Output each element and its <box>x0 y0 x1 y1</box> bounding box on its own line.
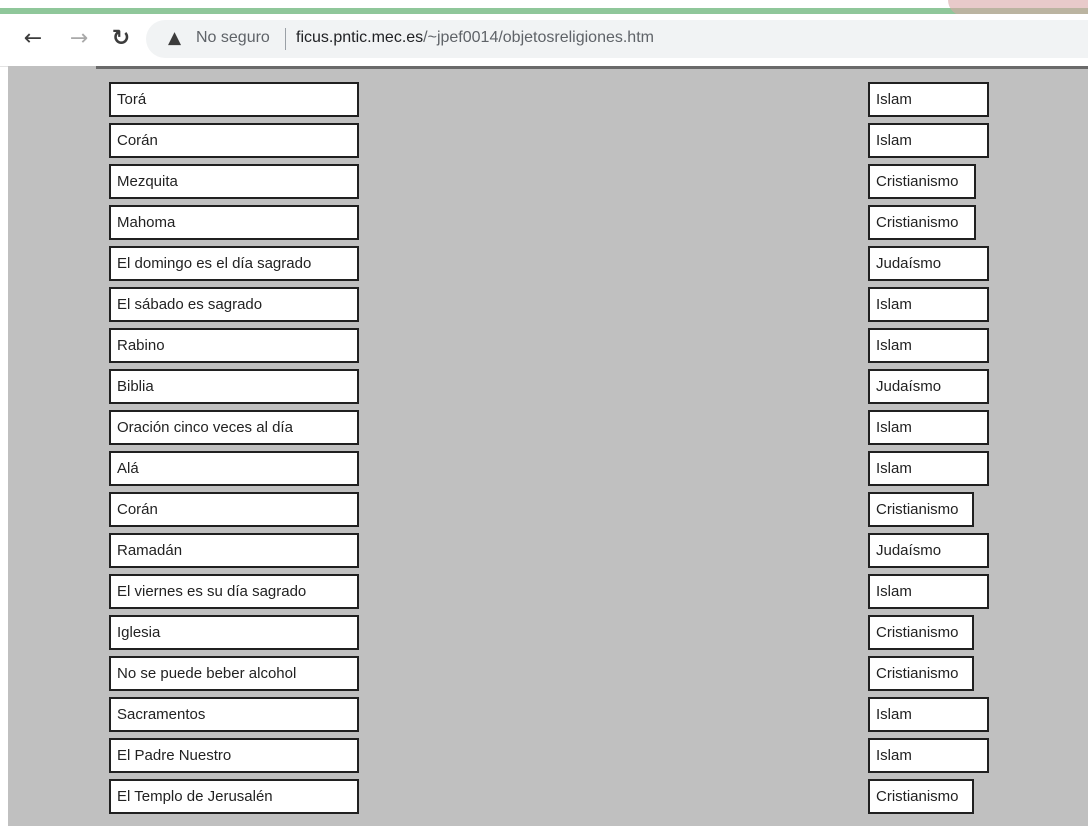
item-box[interactable]: Mezquita <box>109 164 359 199</box>
top-divider <box>96 66 1088 69</box>
item-box[interactable]: Rabino <box>109 328 359 363</box>
item-box[interactable]: El viernes es su día sagrado <box>109 574 359 609</box>
item-box[interactable]: Alá <box>109 451 359 486</box>
religion-select[interactable]: Islam <box>868 410 989 445</box>
religion-select[interactable]: Islam <box>868 328 989 363</box>
warning-triangle-icon[interactable]: ▲ <box>168 28 188 48</box>
item-box[interactable]: No se puede beber alcohol <box>109 656 359 691</box>
religion-select[interactable]: Islam <box>868 82 989 117</box>
reload-icon[interactable]: ↻ <box>108 26 134 52</box>
religion-select[interactable]: Cristianismo <box>868 492 974 527</box>
item-box[interactable]: Biblia <box>109 369 359 404</box>
religion-select[interactable]: Cristianismo <box>868 205 976 240</box>
religion-select[interactable]: Judaísmo <box>868 246 989 281</box>
item-box[interactable]: Oración cinco veces al día <box>109 410 359 445</box>
item-box[interactable]: Corán <box>109 123 359 158</box>
religion-select[interactable]: Islam <box>868 451 989 486</box>
religion-select[interactable]: Cristianismo <box>868 164 976 199</box>
address-bar[interactable]: ▲ No seguro ficus.pntic.mec.es/~jpef0014… <box>146 20 1088 58</box>
religion-select[interactable]: Islam <box>868 574 989 609</box>
religion-select[interactable]: Islam <box>868 123 989 158</box>
arrow-right-icon[interactable]: → <box>66 26 92 52</box>
item-box[interactable]: Ramadán <box>109 533 359 568</box>
url-text[interactable]: ficus.pntic.mec.es/~jpef0014/objetosreli… <box>296 29 654 47</box>
religion-select[interactable]: Islam <box>868 287 989 322</box>
url-host: ficus.pntic.mec.es <box>296 29 424 46</box>
item-box[interactable]: El sábado es sagrado <box>109 287 359 322</box>
religion-select[interactable]: Cristianismo <box>868 615 974 650</box>
religion-select[interactable]: Cristianismo <box>868 656 974 691</box>
item-box[interactable]: El domingo es el día sagrado <box>109 246 359 281</box>
religion-select[interactable]: Islam <box>868 697 989 732</box>
religion-select[interactable]: Judaísmo <box>868 533 989 568</box>
religion-select[interactable]: Judaísmo <box>868 369 989 404</box>
item-box[interactable]: El Padre Nuestro <box>109 738 359 773</box>
security-status-text[interactable]: No seguro <box>196 29 270 47</box>
page-content: Torá Corán Mezquita Mahoma El domingo es el … <box>8 66 1088 826</box>
arrow-left-icon[interactable]: ← <box>20 26 46 52</box>
religion-select[interactable]: Islam <box>868 738 989 773</box>
item-box[interactable]: Corán <box>109 492 359 527</box>
browser-toolbar: ← → ↻ ▲ No seguro ficus.pntic.mec.es/~jp… <box>0 14 1088 67</box>
religion-select[interactable]: Cristianismo <box>868 779 974 814</box>
address-divider <box>285 28 286 50</box>
browser-window: ← → ↻ ▲ No seguro ficus.pntic.mec.es/~jp… <box>0 0 1088 826</box>
url-path: /~jpef0014/objetosreligiones.htm <box>423 29 654 46</box>
item-box[interactable]: Mahoma <box>109 205 359 240</box>
item-box[interactable]: Iglesia <box>109 615 359 650</box>
item-box[interactable]: Torá <box>109 82 359 117</box>
tab-strip <box>0 0 1088 8</box>
item-box[interactable]: Sacramentos <box>109 697 359 732</box>
item-box[interactable]: El Templo de Jerusalén <box>109 779 359 814</box>
